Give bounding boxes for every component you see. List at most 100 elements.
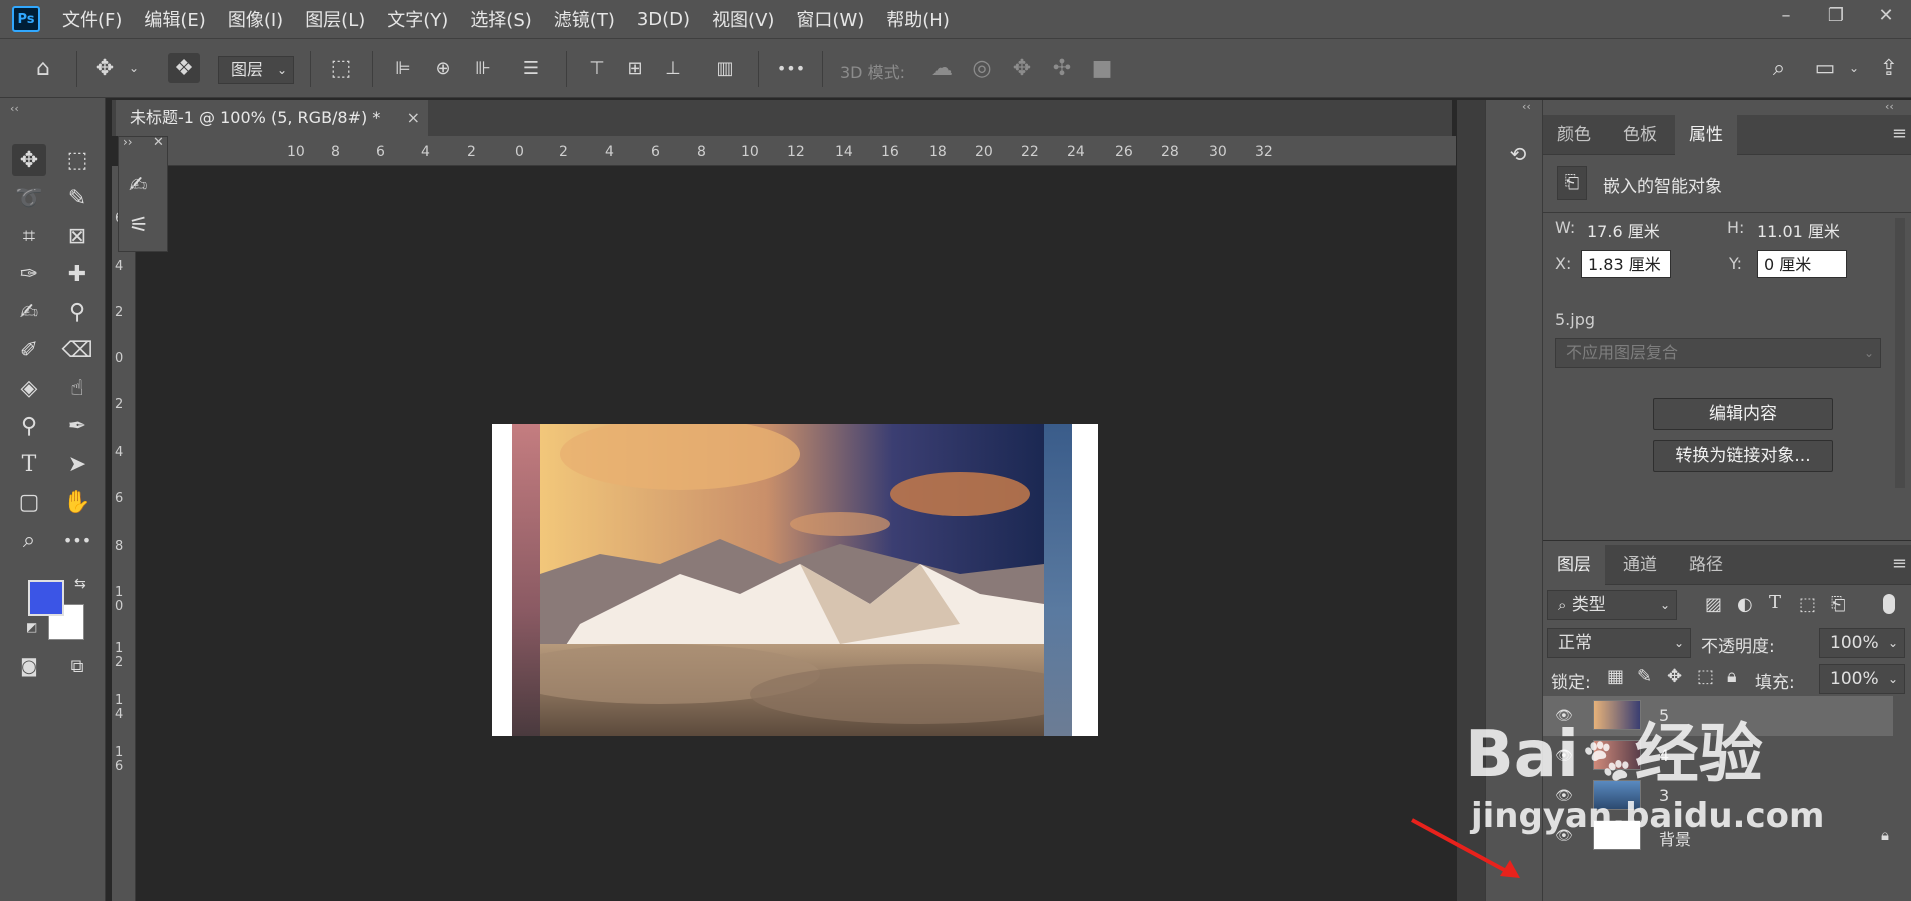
type-tool-icon[interactable]: T xyxy=(12,448,46,480)
home-icon[interactable]: ⌂ xyxy=(26,53,60,83)
paint-bucket-tool-icon[interactable]: ◈ xyxy=(12,372,46,404)
crop-tool-icon[interactable]: ⌗ xyxy=(12,220,46,252)
close-tab-icon[interactable]: × xyxy=(407,100,420,136)
pen-tool-icon[interactable]: ✒ xyxy=(60,410,94,442)
rectangle-tool-icon[interactable]: ▢ xyxy=(12,486,46,518)
align-left-icon[interactable]: ⊫ xyxy=(390,53,416,83)
3d-pan-icon[interactable]: ✥ xyxy=(1008,53,1036,83)
quick-mask-icon[interactable]: ◙ xyxy=(12,650,46,682)
move-tool-icon[interactable]: ✥ xyxy=(12,144,46,176)
align-top-icon[interactable]: ⊤ xyxy=(584,53,610,83)
quick-select-tool-icon[interactable]: ✎ xyxy=(60,182,94,214)
menu-3d[interactable]: 3D(D) xyxy=(637,9,690,30)
panel-menu-icon[interactable]: ≡ xyxy=(1892,553,1907,574)
healing-brush-tool-icon[interactable]: ✚ xyxy=(60,258,94,290)
history-icon[interactable]: ⟲ xyxy=(1502,136,1534,172)
expand-icon[interactable]: ›› xyxy=(123,135,133,149)
minimize-button[interactable]: – xyxy=(1761,0,1811,30)
tab-layers[interactable]: 图层 xyxy=(1543,545,1605,585)
eyedropper-tool-icon[interactable]: ✑ xyxy=(12,258,46,290)
menu-layer[interactable]: 图层(L) xyxy=(305,6,365,32)
align-bottom-icon[interactable]: ⊥ xyxy=(660,53,686,83)
menu-view[interactable]: 视图(V) xyxy=(712,6,774,32)
share-icon[interactable]: ⇪ xyxy=(1874,53,1904,83)
chevron-down-icon[interactable]: ⌄ xyxy=(126,53,142,83)
collapse-icon[interactable]: ‹‹ xyxy=(1522,100,1531,113)
align-center-icon[interactable]: ⊕ xyxy=(430,53,456,83)
clone-stamp-tool-icon[interactable]: ⚲ xyxy=(60,296,94,328)
filter-adjustment-icon[interactable]: ◐ xyxy=(1737,594,1753,615)
menu-window[interactable]: 窗口(W) xyxy=(796,6,864,32)
align-middle-icon[interactable]: ⊞ xyxy=(622,53,648,83)
frame-tool-icon[interactable]: ⊠ xyxy=(60,220,94,252)
convert-to-linked-button[interactable]: 转换为链接对象... xyxy=(1653,440,1833,472)
swap-colors-icon[interactable]: ⇆ xyxy=(74,576,86,592)
close-icon[interactable]: ✕ xyxy=(153,135,164,150)
tab-swatches[interactable]: 色板 xyxy=(1609,115,1671,155)
align-right-icon[interactable]: ⊪ xyxy=(470,53,496,83)
3d-orbit-icon[interactable]: ☁ xyxy=(928,53,956,83)
more-options-icon[interactable]: ••• xyxy=(776,53,806,83)
hand-tool-icon[interactable]: ✋ xyxy=(60,486,94,518)
lock-all-icon[interactable]: 🔒︎ xyxy=(1727,666,1737,687)
move-tool-icon[interactable]: ✥ xyxy=(90,53,120,83)
blend-mode-dropdown[interactable]: 正常 ⌄ xyxy=(1547,628,1691,658)
layer-filter-dropdown[interactable]: ⌕ 类型 ⌄ xyxy=(1547,590,1677,620)
filter-pixel-icon[interactable]: ▨ xyxy=(1705,594,1722,615)
edit-contents-button[interactable]: 编辑内容 xyxy=(1653,398,1833,430)
lasso-tool-icon[interactable]: ➰ xyxy=(12,182,46,214)
auto-select-icon[interactable]: ❖ xyxy=(168,53,200,83)
3d-camera-icon[interactable]: ■ xyxy=(1088,53,1116,83)
collapse-icon[interactable]: ‹‹ xyxy=(10,102,19,115)
filter-type-icon[interactable]: T xyxy=(1769,592,1781,613)
menu-filter[interactable]: 滤镜(T) xyxy=(554,6,615,32)
dodge-tool-icon[interactable]: ⚲ xyxy=(12,410,46,442)
menu-file[interactable]: 文件(F) xyxy=(62,6,122,32)
menu-help[interactable]: 帮助(H) xyxy=(886,6,950,32)
3d-roll-icon[interactable]: ◎ xyxy=(968,53,996,83)
menu-image[interactable]: 图像(I) xyxy=(228,6,283,32)
smudge-tool-icon[interactable]: ☝ xyxy=(60,372,94,404)
close-window-button[interactable]: ✕ xyxy=(1861,0,1911,30)
tab-paths[interactable]: 路径 xyxy=(1675,545,1737,585)
search-icon[interactable]: ⌕ xyxy=(1764,53,1794,83)
history-brush-tool-icon[interactable]: ✐ xyxy=(12,334,46,366)
panel-menu-icon[interactable]: ≡ xyxy=(1892,123,1907,144)
marquee-tool-icon[interactable]: ⬚ xyxy=(60,144,94,176)
brush-presets-icon[interactable]: ⚟ xyxy=(129,213,149,238)
path-select-tool-icon[interactable]: ➤ xyxy=(60,448,94,480)
chevron-down-icon[interactable]: ⌄ xyxy=(1846,53,1862,83)
workspace-icon[interactable]: ▭ xyxy=(1810,53,1840,83)
properties-scrollbar[interactable] xyxy=(1895,218,1905,488)
filter-toggle-icon[interactable] xyxy=(1883,594,1895,614)
tab-channels[interactable]: 通道 xyxy=(1609,545,1671,585)
layer-comp-dropdown[interactable]: 不应用图层复合 ⌄ xyxy=(1555,338,1881,368)
3d-slide-icon[interactable]: ✣ xyxy=(1048,53,1076,83)
restore-button[interactable]: ❐ xyxy=(1811,0,1861,30)
eraser-tool-icon[interactable]: ⌫ xyxy=(60,334,94,366)
distribute-icon[interactable]: ☰ xyxy=(518,53,544,83)
distribute-vertical-icon[interactable]: ▥ xyxy=(712,53,738,83)
brush-settings-icon[interactable]: ✍ xyxy=(129,173,147,198)
x-position-input[interactable]: 1.83 厘米 xyxy=(1581,250,1671,278)
auto-select-target-dropdown[interactable]: 图层 ⌄ xyxy=(218,56,294,84)
lock-transparent-icon[interactable]: ▦ xyxy=(1607,666,1624,687)
zoom-tool-icon[interactable]: ⌕ xyxy=(12,524,46,556)
document-tab[interactable]: 未标题-1 @ 100% (5, RGB/8#) * × xyxy=(116,100,428,136)
collapse-icon[interactable]: ‹‹ xyxy=(1885,100,1894,113)
default-colors-icon[interactable]: ◩ xyxy=(26,620,37,634)
filter-smart-object-icon[interactable]: ⎗ xyxy=(1831,594,1845,615)
lock-artboard-icon[interactable]: ⬚ xyxy=(1697,666,1714,687)
filter-shape-icon[interactable]: ⬚ xyxy=(1799,594,1816,615)
menu-select[interactable]: 选择(S) xyxy=(470,6,531,32)
tab-color[interactable]: 颜色 xyxy=(1543,115,1605,155)
menu-edit[interactable]: 编辑(E) xyxy=(144,6,205,32)
brush-tool-icon[interactable]: ✍ xyxy=(12,296,46,328)
tab-properties[interactable]: 属性 xyxy=(1675,115,1737,155)
lock-image-icon[interactable]: ✎ xyxy=(1637,666,1652,687)
fill-input[interactable]: 100% ⌄ xyxy=(1819,664,1905,694)
document-canvas[interactable] xyxy=(492,424,1098,736)
lock-position-icon[interactable]: ✥ xyxy=(1667,666,1682,687)
screen-mode-icon[interactable]: ⧉ xyxy=(60,650,94,682)
more-tools-icon[interactable]: ••• xyxy=(60,524,94,556)
